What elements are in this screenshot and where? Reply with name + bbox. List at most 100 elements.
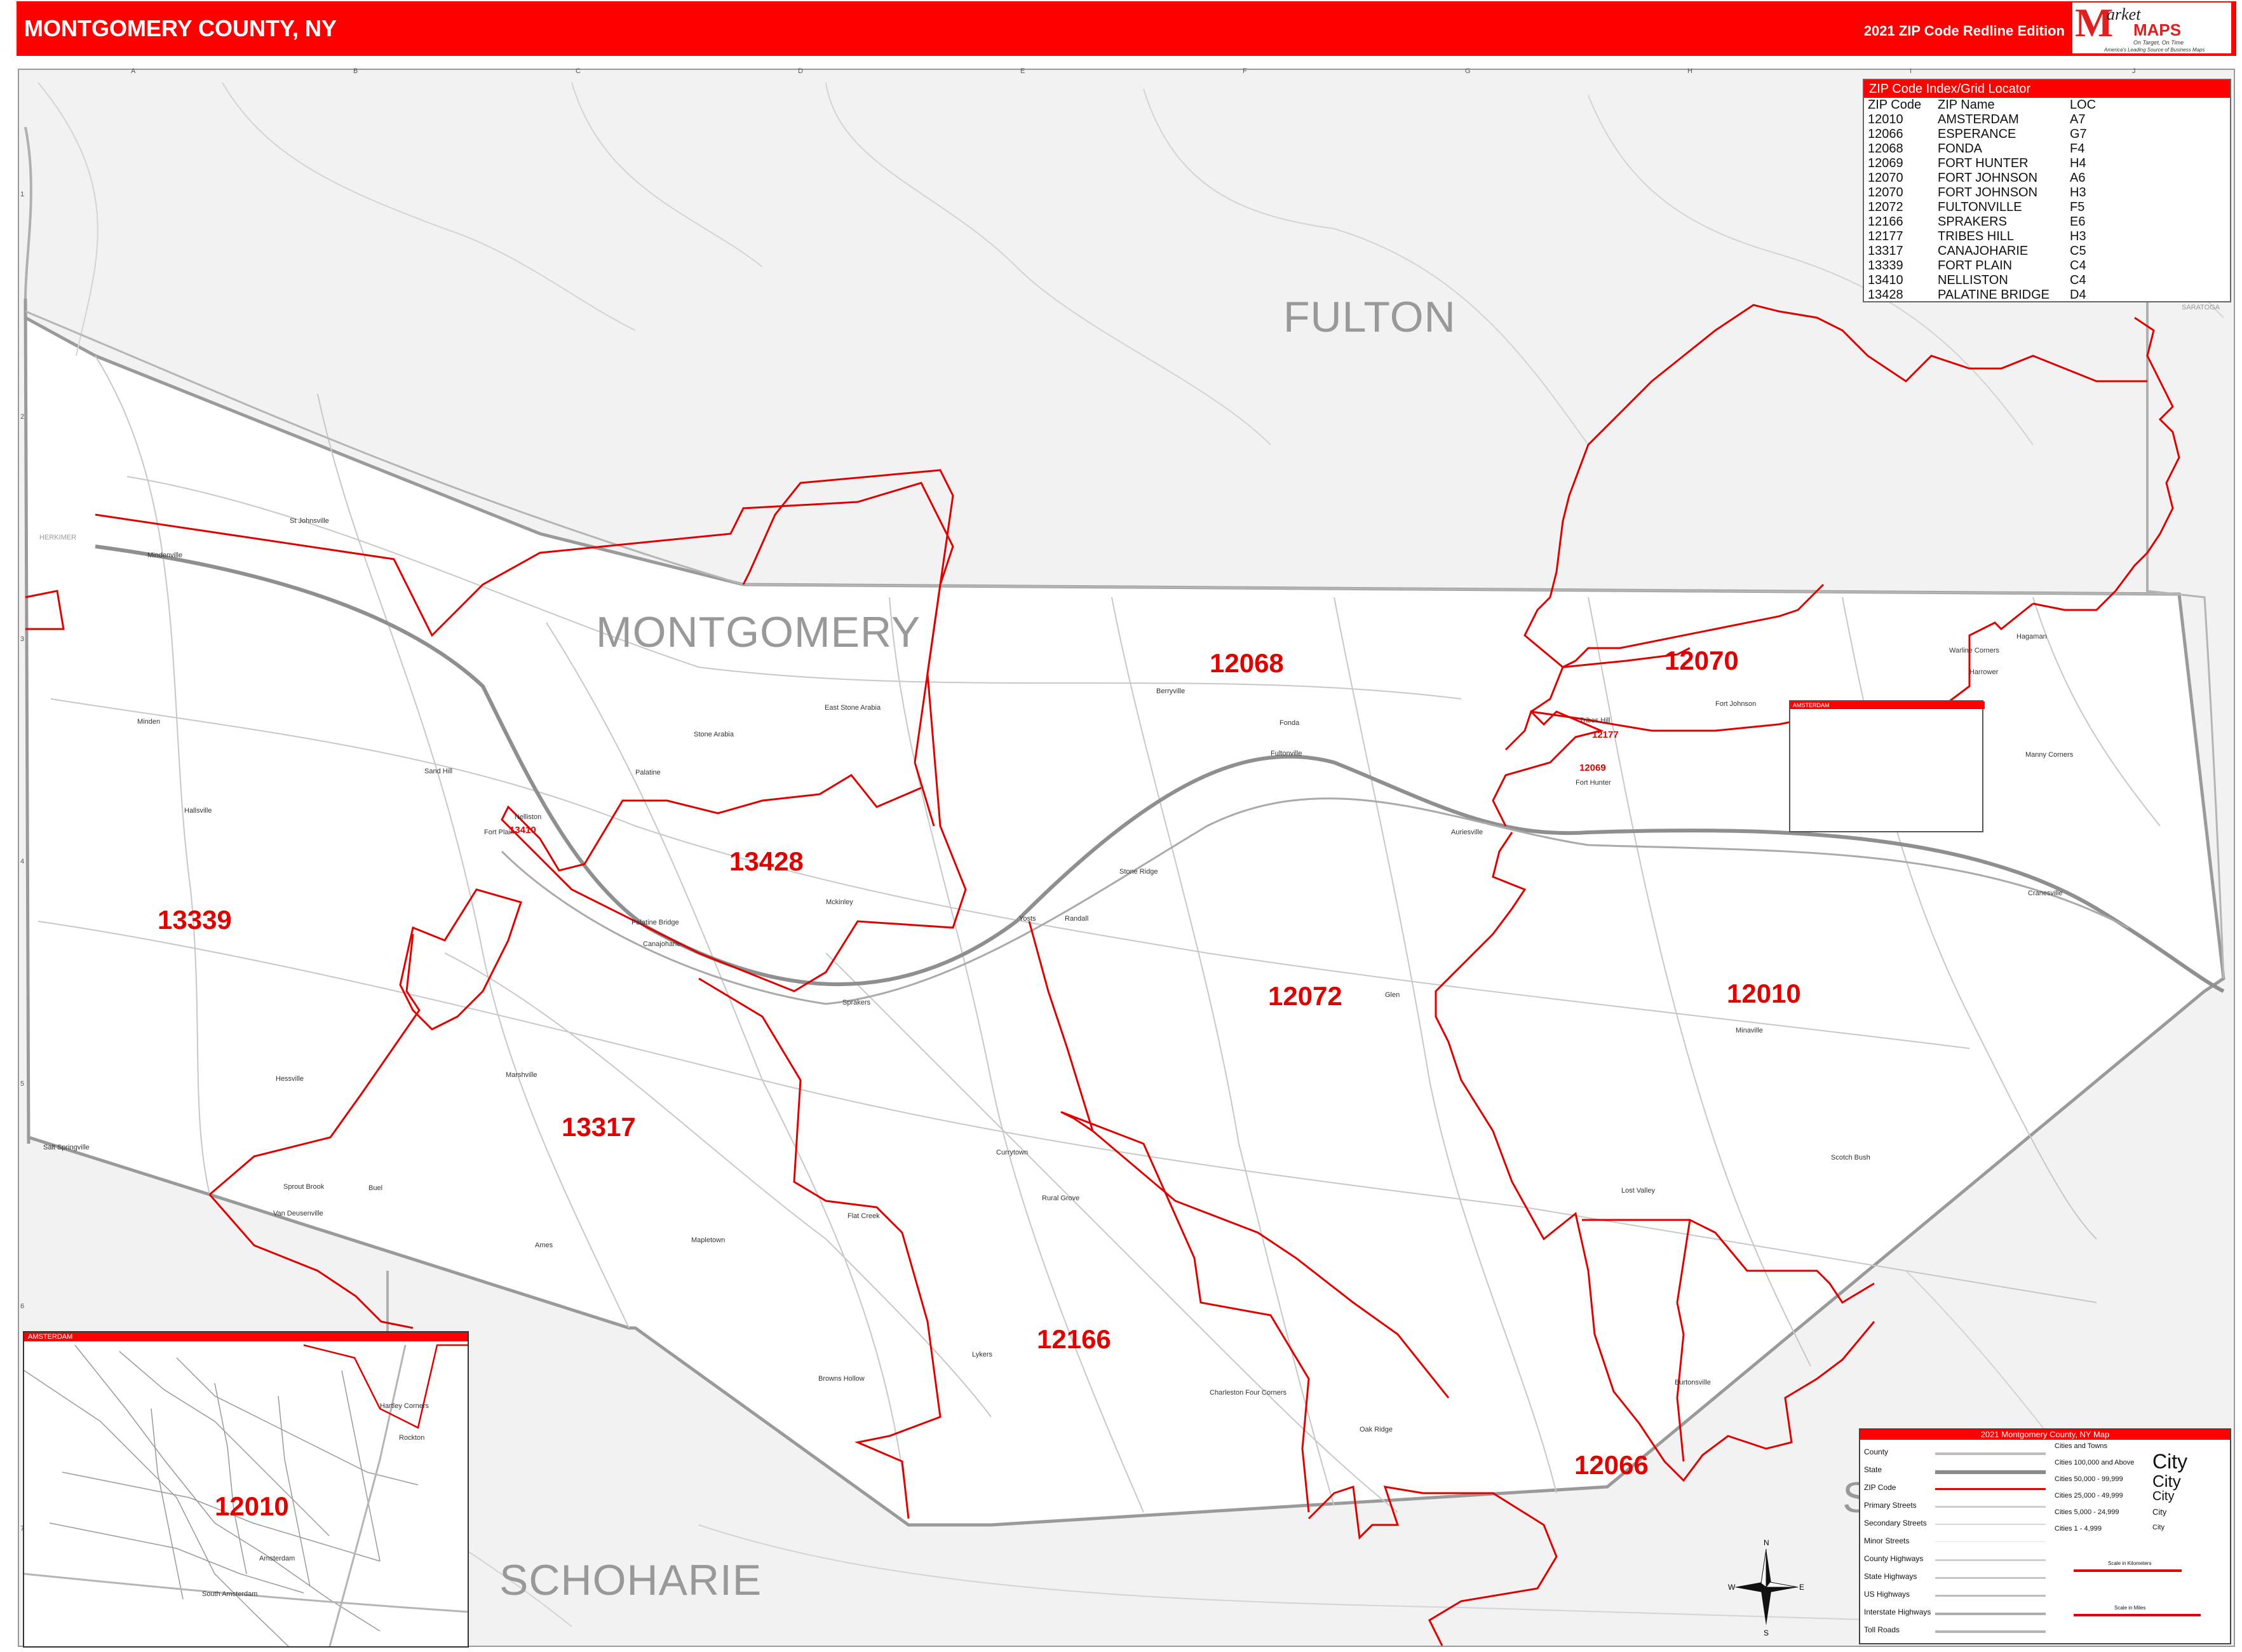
- zip-label-12069[interactable]: 12069: [1579, 762, 1606, 773]
- legend-secondary-streets: Secondary Streets: [1864, 1519, 1927, 1527]
- place-south-amsterdam: South Amsterdam: [202, 1590, 258, 1598]
- legend-primary-line: [1935, 1506, 2046, 1508]
- zip-index-name: FORT JOHNSON: [1938, 186, 2038, 200]
- zip-label-12070[interactable]: 12070: [1665, 646, 1739, 676]
- place-palatine: Palatine: [635, 769, 661, 776]
- zip-index-zip: 12069: [1868, 156, 1903, 170]
- place-scotch-bush: Scotch Bush: [1831, 1154, 1870, 1161]
- legend-zip-code: ZIP Code: [1864, 1483, 1896, 1492]
- amsterdam-inset[interactable]: AMSTERDAM 12010 Amsterdam South Amsterda…: [23, 1331, 469, 1648]
- zip-label-13339[interactable]: 13339: [158, 905, 232, 935]
- legend-city-size-3: Cities 25,000 - 49,999: [2055, 1492, 2123, 1500]
- zip-label-12010[interactable]: 12010: [1727, 978, 1801, 1009]
- zip-index-row[interactable]: 12068 FONDA F4: [1868, 142, 2121, 156]
- place-canajoharie: Canajoharie: [643, 940, 681, 948]
- legend-city-sample-5: City: [2152, 1524, 2164, 1531]
- grid-row-6: 6: [20, 1303, 25, 1310]
- zip-index-zip: 12066: [1868, 127, 1903, 141]
- place-buel: Buel: [368, 1184, 383, 1192]
- place-minden: Minden: [137, 718, 161, 726]
- zip-index-loc: C4: [2070, 273, 2086, 287]
- zip-index-row[interactable]: 13428 PALATINE BRIDGE D4: [1868, 288, 2121, 302]
- legend-county: County: [1864, 1447, 1889, 1456]
- grid-row-1: 1: [20, 191, 25, 198]
- zip-index-name: TRIBES HILL: [1938, 229, 2015, 243]
- place-charleston-four-corners: Charleston Four Corners: [1210, 1389, 1287, 1397]
- place-sprout-brook: Sprout Brook: [283, 1183, 325, 1191]
- place-hessville: Hessville: [276, 1075, 304, 1083]
- zip-index-row[interactable]: 12010 AMSTERDAM A7: [1868, 112, 2121, 127]
- place-stone-ridge: Stone Ridge: [1119, 868, 1158, 876]
- place-st-johnsville: St Johnsville: [290, 517, 329, 525]
- grid-row-4: 4: [20, 858, 25, 865]
- zip-label-inset-12010[interactable]: 12010: [215, 1491, 289, 1522]
- zip-index-zip: 12068: [1868, 142, 1903, 156]
- legend-city-sample-1: City: [2152, 1450, 2188, 1473]
- zip-index-header-row: ZIP Code ZIP Name LOC: [1868, 98, 2121, 112]
- zip-index-table: ZIP Code ZIP Name LOC 12010 AMSTERDAM A7 1…: [1868, 98, 2121, 302]
- zip-index-row[interactable]: 13339 FORT PLAIN C4: [1868, 259, 2121, 273]
- place-oak-ridge: Oak Ridge: [1360, 1426, 1393, 1433]
- zip-index-row[interactable]: 12072 FULTONVILLE F5: [1868, 200, 2121, 215]
- place-manny-corners: Manny Corners: [2025, 751, 2074, 759]
- place-east-stone-arabia: East Stone Arabia: [825, 704, 881, 712]
- zip-label-12072[interactable]: 12072: [1268, 981, 1342, 1012]
- zip-label-12066[interactable]: 12066: [1574, 1450, 1649, 1480]
- compass-w: W: [1728, 1583, 1736, 1592]
- zip-label-13317[interactable]: 13317: [562, 1112, 636, 1142]
- zip-index-loc: A6: [2070, 171, 2086, 185]
- zip-index-row[interactable]: 12066 ESPERANCE G7: [1868, 127, 2121, 142]
- zip-label-12177[interactable]: 12177: [1592, 729, 1619, 740]
- legend-scale-mi-bar: [2074, 1614, 2201, 1616]
- compass-n: N: [1764, 1538, 1769, 1547]
- zip-index-name: NELLISTON: [1938, 273, 2008, 287]
- grid-col-a: A: [131, 67, 136, 75]
- zip-index-row[interactable]: 12070 FORT JOHNSON H3: [1868, 186, 2121, 200]
- legend-secondary-line: [1935, 1524, 2046, 1525]
- place-fort-johnson: Fort Johnson: [1715, 700, 1757, 708]
- zip-index-row[interactable]: 12177 TRIBES HILL H3: [1868, 229, 2121, 244]
- zip-index-zip: 12070: [1868, 171, 1903, 185]
- legend-primary-streets: Primary Streets: [1864, 1501, 1917, 1510]
- zip-index-loc: H4: [2070, 156, 2086, 170]
- zip-index-row[interactable]: 12070 FORT JOHNSON A6: [1868, 171, 2121, 186]
- place-auriesville: Auriesville: [1451, 829, 1483, 836]
- place-warline-corners: Warline Corners: [1949, 647, 2000, 654]
- zip-index-zip: 12072: [1868, 200, 1903, 214]
- zip-index-row[interactable]: 12166 SPRAKERS E6: [1868, 215, 2121, 229]
- zip-label-12068[interactable]: 12068: [1210, 648, 1284, 679]
- legend-city-sample-4: City: [2152, 1507, 2167, 1517]
- zip-label-13428[interactable]: 13428: [729, 846, 804, 877]
- place-mckinley: Mckinley: [826, 898, 853, 906]
- zip-label-12166[interactable]: 12166: [1037, 1324, 1111, 1355]
- place-currytown: Currytown: [996, 1149, 1029, 1156]
- zip-index-name: FORT HUNTER: [1938, 156, 2029, 170]
- legend-scale-km-label: Scale in Kilometers: [2108, 1561, 2152, 1566]
- place-browns-hollow: Browns Hollow: [818, 1375, 865, 1383]
- place-harrower: Harrower: [1969, 668, 1999, 676]
- place-sprakers: Sprakers: [842, 999, 871, 1006]
- zip-index-title: ZIP Code Index/Grid Locator: [1864, 80, 2230, 98]
- compass-s: S: [1764, 1628, 1769, 1637]
- place-stone-arabia: Stone Arabia: [694, 731, 734, 738]
- zip-index-loc: G7: [2070, 127, 2087, 141]
- place-van-deusenville: Van Deusenville: [273, 1210, 323, 1217]
- place-rockton: Rockton: [399, 1434, 425, 1442]
- place-yosts: Yosts: [1019, 915, 1036, 923]
- place-fort-hunter: Fort Hunter: [1576, 779, 1611, 787]
- place-rural-grove: Rural Grove: [1042, 1195, 1080, 1202]
- zip-index-zip: 12177: [1868, 229, 1903, 243]
- zip-index-col-loc: LOC: [2070, 98, 2097, 112]
- zip-index-zip: 12010: [1868, 112, 1903, 126]
- legend-zip-line: [1935, 1488, 2046, 1490]
- zip-index-zip: 13317: [1868, 244, 1903, 258]
- zip-index-row[interactable]: 12069 FORT HUNTER H4: [1868, 156, 2121, 171]
- zip-index-row[interactable]: 13317 CANAJOHARIE C5: [1868, 244, 2121, 259]
- amsterdam-small-inset[interactable]: AMSTERDAM: [1789, 700, 1985, 832]
- zip-index-name: FULTONVILLE: [1938, 200, 2022, 214]
- grid-col-c: C: [576, 67, 581, 75]
- legend-state-highways: State Highways: [1864, 1572, 1917, 1581]
- place-minaville: Minaville: [1736, 1027, 1763, 1034]
- place-burtonsville: Burtonsville: [1675, 1379, 1711, 1386]
- zip-index-row[interactable]: 13410 NELLISTON C4: [1868, 273, 2121, 288]
